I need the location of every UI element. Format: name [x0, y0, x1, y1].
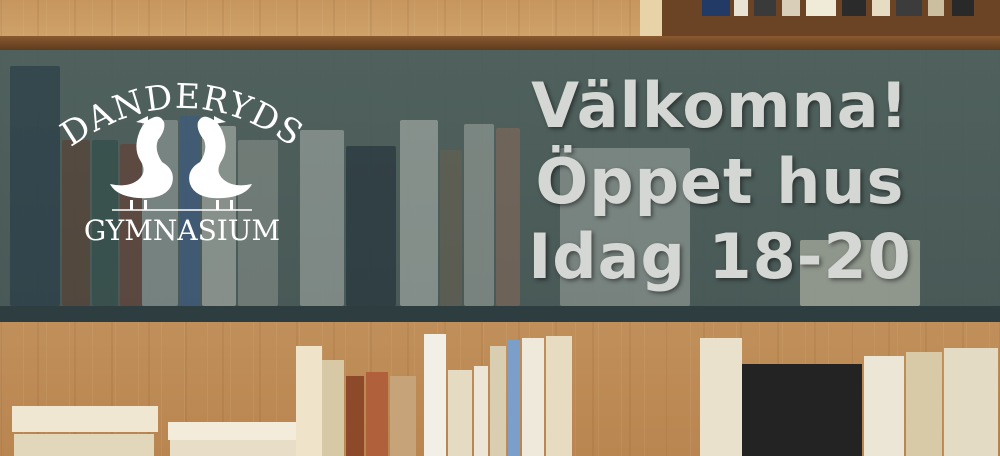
headline-time: Idag 18-20	[528, 220, 912, 294]
open-house-banner: DANDERYDS GYMNASIUM Välkomna! Öppet hus …	[0, 0, 1000, 456]
headline: Välkomna! Öppet hus Idag 18-20	[470, 68, 970, 295]
logo-line1: DANDERYDS	[54, 77, 310, 155]
svg-text:DANDERYDS: DANDERYDS	[54, 78, 311, 155]
top-shelf-edge	[0, 36, 1000, 50]
logo-wordmark: DANDERYDS GYMNASIUM	[54, 77, 311, 247]
two-geese-icon	[110, 116, 252, 210]
logo-line2: GYMNASIUM	[84, 214, 280, 247]
headline-welcome: Välkomna!	[531, 69, 909, 142]
headline-open-house: Öppet hus	[535, 144, 905, 218]
overlay-shelf-edge	[0, 306, 1000, 322]
top-shelf-books	[640, 0, 1000, 38]
bottom-shelf-books	[0, 322, 1000, 456]
school-logo: DANDERYDS GYMNASIUM	[52, 77, 312, 258]
